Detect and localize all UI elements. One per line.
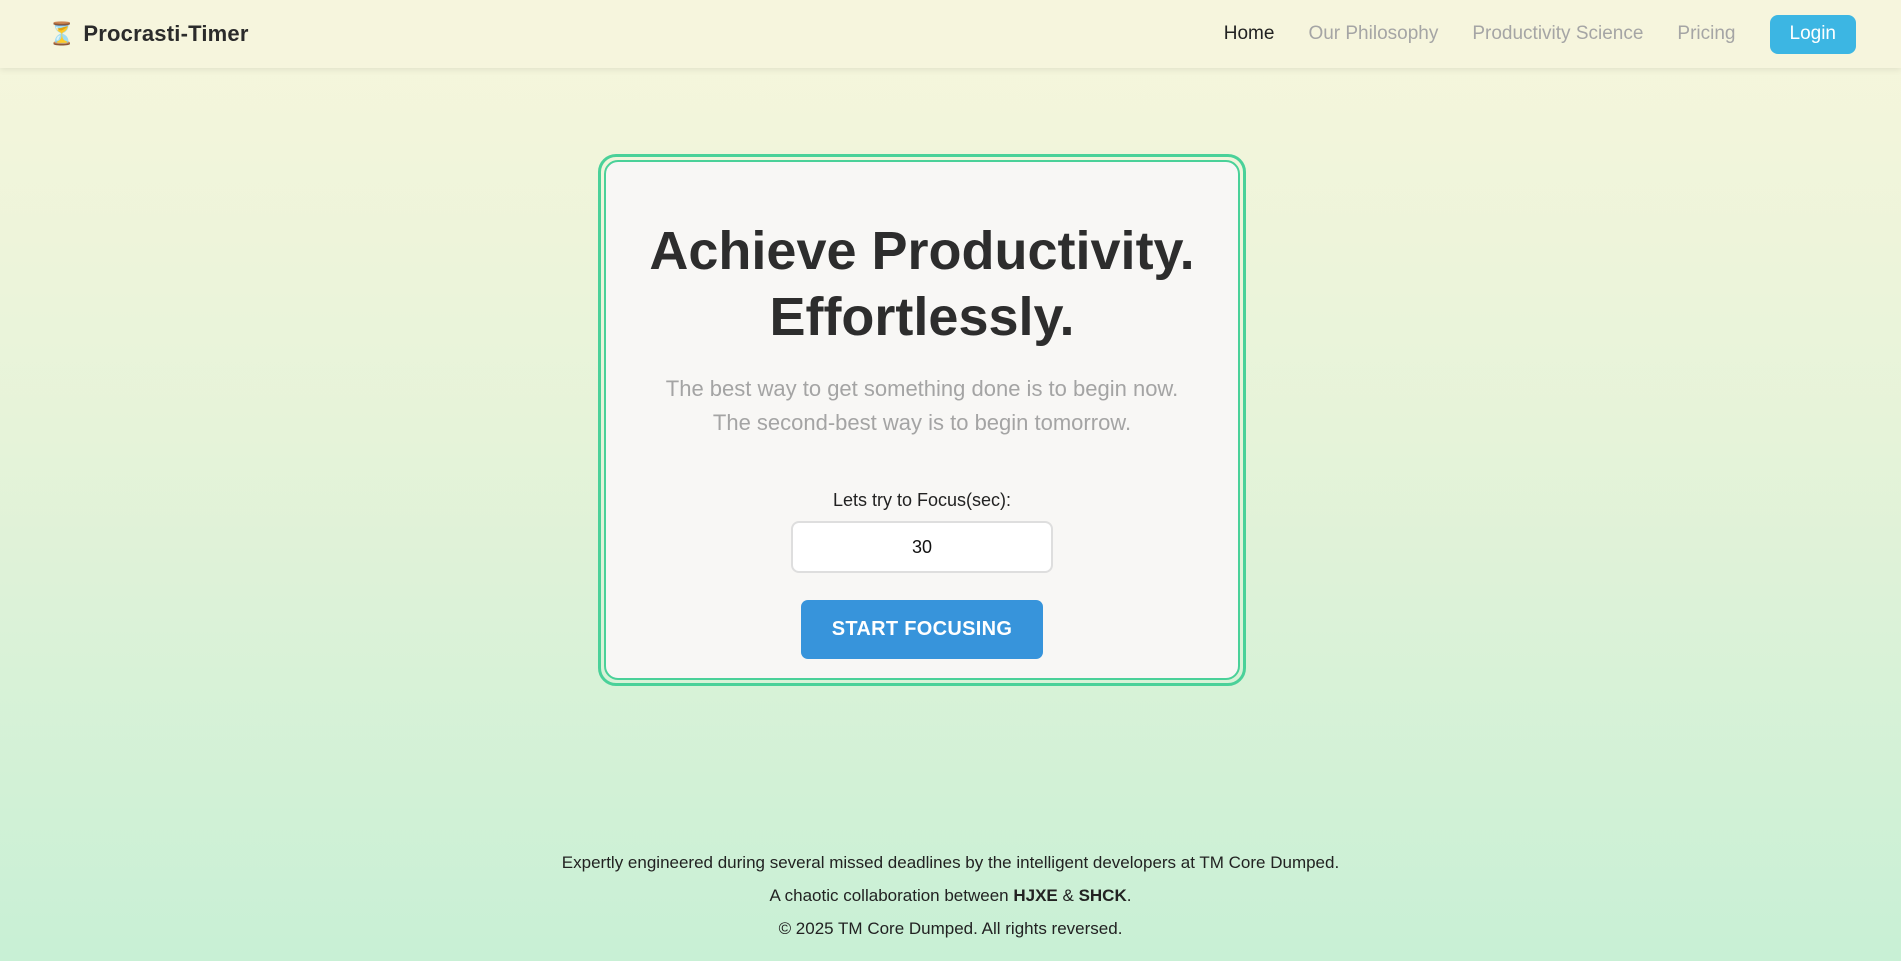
start-focusing-button[interactable]: START FOCUSING bbox=[801, 600, 1043, 659]
hero-subtitle-line2: The second-best way is to begin tomorrow… bbox=[712, 410, 1132, 435]
footer-collaboration: A chaotic collaboration between HJXE & S… bbox=[0, 879, 1901, 912]
footer-credits: Expertly engineered during several misse… bbox=[561, 853, 1340, 872]
hero-headline-line1: Achieve Productivity. bbox=[649, 221, 1195, 281]
footer-collab-sep: & bbox=[1057, 886, 1079, 905]
login-button[interactable]: Login bbox=[1769, 14, 1856, 54]
hero-subtitle: The best way to get something done is to… bbox=[666, 372, 1178, 440]
focus-duration-label: Lets try to Focus(sec): bbox=[832, 490, 1012, 510]
focus-duration-input[interactable] bbox=[791, 521, 1053, 573]
footer-collab-suffix: . bbox=[1126, 886, 1132, 905]
footer-copyright: © 2025 TM Core Dumped. All rights revers… bbox=[778, 919, 1123, 938]
top-navbar: ⏳ Procrasti-Timer Home Our Philosophy Pr… bbox=[0, 0, 1901, 68]
focus-card-inner: Achieve Productivity. Effortlessly. The … bbox=[604, 160, 1240, 680]
footer-collab-prefix: A chaotic collaboration between bbox=[769, 886, 1014, 905]
brand-name: Procrasti-Timer bbox=[83, 21, 249, 46]
main-nav: Home Our Philosophy Productivity Science… bbox=[1190, 0, 1856, 68]
focus-card: Achieve Productivity. Effortlessly. The … bbox=[598, 154, 1246, 686]
nav-link-our-philosophy[interactable]: Our Philosophy bbox=[1308, 23, 1438, 45]
hourglass-icon: ⏳ bbox=[48, 21, 76, 46]
nav-link-home[interactable]: Home bbox=[1224, 23, 1275, 45]
brand-logo[interactable]: ⏳ Procrasti-Timer bbox=[48, 0, 249, 68]
nav-link-pricing[interactable]: Pricing bbox=[1677, 23, 1735, 45]
nav-link-productivity-science[interactable]: Productivity Science bbox=[1472, 23, 1643, 45]
hero-headline-line2: Effortlessly. bbox=[769, 287, 1075, 347]
footer-author-hjxe: HJXE bbox=[1013, 886, 1058, 905]
hero-subtitle-line1: The best way to get something done is to… bbox=[665, 376, 1179, 401]
page-footer: Expertly engineered during several misse… bbox=[0, 800, 1901, 961]
hero-headline: Achieve Productivity. Effortlessly. bbox=[649, 218, 1194, 350]
footer-author-shck: SHCK bbox=[1078, 886, 1127, 905]
